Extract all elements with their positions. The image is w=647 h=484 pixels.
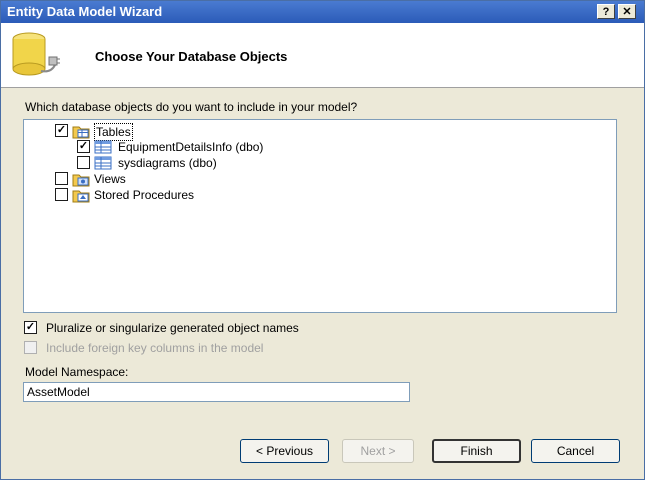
- database-objects-tree[interactable]: ✓ Tables ✓ EquipmentDetailsInfo (dbo) sy…: [23, 119, 617, 313]
- wizard-window: Entity Data Model Wizard ? ✕ Choose Your…: [0, 0, 645, 480]
- stored-procedures-checkbox[interactable]: [55, 188, 68, 201]
- foreign-keys-label: Include foreign key columns in the model: [46, 341, 264, 355]
- sysdiagrams-checkbox[interactable]: [77, 156, 90, 169]
- previous-button[interactable]: < Previous: [240, 439, 329, 463]
- foreign-keys-checkbox: [24, 341, 37, 354]
- tree-label-sysdiagrams[interactable]: sysdiagrams (dbo): [118, 155, 217, 171]
- tree-label-stored-procedures[interactable]: Stored Procedures: [94, 187, 194, 203]
- page-title: Choose Your Database Objects: [95, 49, 288, 64]
- close-button[interactable]: ✕: [618, 4, 636, 19]
- database-plug-icon: [12, 32, 60, 76]
- tree-label-views[interactable]: Views: [94, 171, 126, 187]
- pluralize-label[interactable]: Pluralize or singularize generated objec…: [46, 320, 299, 336]
- help-button[interactable]: ?: [597, 4, 615, 19]
- tables-folder-icon: [72, 126, 90, 139]
- window-title: Entity Data Model Wizard: [7, 4, 163, 19]
- equipment-details-info-checkbox[interactable]: ✓: [77, 140, 90, 153]
- next-button: Next >: [342, 439, 414, 463]
- namespace-label: Model Namespace:: [25, 365, 129, 379]
- views-folder-icon: [72, 174, 90, 187]
- finish-button[interactable]: Finish: [432, 439, 521, 463]
- tree-label-equipment-details-info[interactable]: EquipmentDetailsInfo (dbo): [118, 139, 263, 155]
- table-icon: [94, 156, 112, 170]
- wizard-header: Choose Your Database Objects: [1, 23, 644, 88]
- title-bar[interactable]: Entity Data Model Wizard ? ✕: [1, 1, 644, 23]
- namespace-input[interactable]: [23, 382, 410, 402]
- table-icon: [94, 140, 112, 154]
- objects-question-label: Which database objects do you want to in…: [25, 100, 358, 114]
- procedures-folder-icon: [72, 190, 90, 203]
- cancel-button[interactable]: Cancel: [531, 439, 620, 463]
- views-checkbox[interactable]: [55, 172, 68, 185]
- tables-checkbox[interactable]: ✓: [55, 124, 68, 137]
- pluralize-checkbox[interactable]: ✓: [24, 321, 37, 334]
